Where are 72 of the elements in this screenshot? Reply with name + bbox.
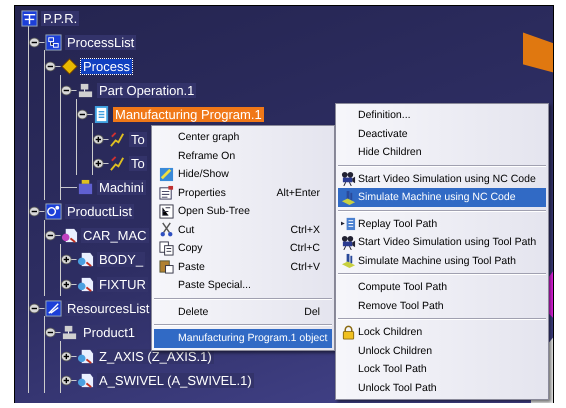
collapse-icon[interactable] xyxy=(77,109,93,120)
menu-item[interactable]: Delete Del xyxy=(154,302,332,321)
paste-icon xyxy=(158,259,174,274)
menu-item[interactable]: Unlock Children xyxy=(338,342,546,360)
menu-item[interactable]: Unlock Tool Path xyxy=(338,378,546,397)
menu-item[interactable]: Manufacturing Program.1 object xyxy=(154,329,332,348)
part-icon xyxy=(77,251,94,268)
collapse-icon[interactable] xyxy=(61,85,77,96)
collapse-icon[interactable] xyxy=(45,327,61,338)
video-camera-icon xyxy=(340,171,356,186)
expand-icon[interactable] xyxy=(61,254,77,266)
tree-item[interactable]: Product1 xyxy=(81,325,138,340)
tree-item[interactable]: A_SWIVEL (A_SWIVEL.1) xyxy=(97,373,254,388)
tree-item[interactable]: Part Operation.1 xyxy=(97,83,196,98)
menu-item[interactable]: Lock Children xyxy=(338,323,546,342)
menu-item[interactable]: Properties Alt+Enter xyxy=(154,184,332,202)
replay-icon xyxy=(340,216,356,232)
expand-icon[interactable] xyxy=(61,278,77,290)
model-surface xyxy=(523,32,553,72)
tree-item[interactable]: Process xyxy=(81,58,132,74)
menu-item[interactable]: Center graph xyxy=(154,128,332,146)
part-icon xyxy=(77,276,94,293)
tree-item[interactable]: To xyxy=(129,156,147,171)
tree-item[interactable]: BODY_ xyxy=(97,252,146,268)
tree-item[interactable]: FIXTUR xyxy=(97,276,148,292)
menu-item[interactable]: Compute Tool Path xyxy=(338,278,546,296)
tree-icon xyxy=(158,204,174,219)
menu-item[interactable]: Start Video Simulation using NC Code xyxy=(338,170,546,188)
tree-item[interactable]: P.P.R. xyxy=(41,10,80,26)
collapse-icon[interactable] xyxy=(45,230,61,242)
menu-item[interactable]: Lock Tool Path xyxy=(338,360,546,378)
menu-item[interactable]: Hide Children xyxy=(338,143,546,162)
tree-item[interactable]: Machini xyxy=(97,180,146,195)
menu-item[interactable]: Deactivate xyxy=(338,124,546,143)
tree-item[interactable]: To xyxy=(129,132,147,147)
tree-item[interactable]: ProcessList xyxy=(65,34,136,50)
part-icon xyxy=(77,372,94,390)
menu-item[interactable]: Paste Special... xyxy=(154,276,332,294)
assembly-icon xyxy=(61,227,78,244)
hide-show-icon xyxy=(158,166,174,182)
expand-icon[interactable] xyxy=(93,158,109,169)
expand-icon[interactable] xyxy=(93,134,109,145)
expand-icon[interactable] xyxy=(61,351,77,362)
part-icon xyxy=(77,348,94,366)
menu-item[interactable]: Simulate Machine using NC Code xyxy=(338,188,546,206)
properties-icon xyxy=(158,185,174,200)
menu-item[interactable]: Remove Tool Path xyxy=(338,296,546,315)
machining-icon xyxy=(77,178,94,196)
tree-item[interactable]: Z_AXIS (Z_AXIS.1) xyxy=(97,349,214,364)
menu-item[interactable]: Start Video Simulation using Tool Path xyxy=(338,233,546,252)
menu-item[interactable]: Definition... xyxy=(338,106,546,124)
collapse-icon[interactable] xyxy=(29,302,45,314)
video-camera-icon xyxy=(340,234,356,250)
menu-item[interactable]: Reframe On xyxy=(154,146,332,165)
menu-item[interactable]: Hide/Show xyxy=(154,165,332,184)
copy-icon xyxy=(158,240,174,256)
menu-item[interactable]: Paste Ctrl+V xyxy=(154,258,332,276)
menu-item[interactable]: Replay Tool Path xyxy=(338,214,546,233)
padlock-icon xyxy=(340,324,356,340)
tree-item[interactable]: CAR_MAC xyxy=(81,228,149,244)
tree-item[interactable]: ResourcesList xyxy=(65,300,152,316)
menu-item[interactable]: Open Sub-Tree xyxy=(154,202,332,220)
collapse-icon[interactable] xyxy=(29,36,45,48)
expand-icon[interactable] xyxy=(61,375,77,386)
menu-item[interactable]: Cut Ctrl+X xyxy=(154,220,332,239)
tree-item[interactable]: ProductList xyxy=(65,204,134,220)
menu-item[interactable]: Copy Ctrl+C xyxy=(154,239,332,258)
scissors-icon xyxy=(158,222,174,238)
collapse-icon[interactable] xyxy=(45,60,61,72)
collapse-icon[interactable] xyxy=(29,206,45,218)
process-icon xyxy=(61,58,78,75)
menu-item[interactable]: Simulate Machine using Tool Path xyxy=(338,252,546,270)
